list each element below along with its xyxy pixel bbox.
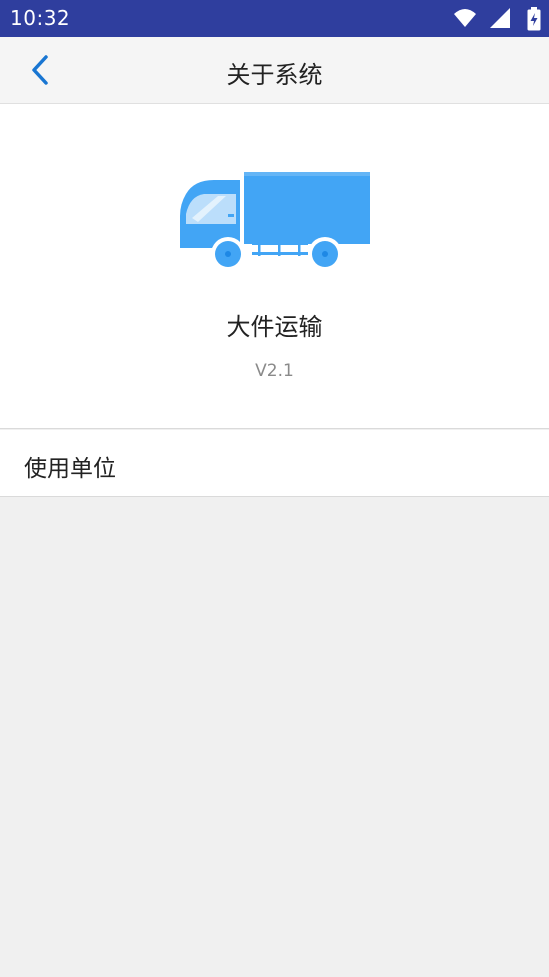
app-version: V2.1: [255, 361, 294, 381]
about-card: 大件运输 V2.1: [0, 104, 549, 429]
org-list-item[interactable]: 使用单位: [0, 430, 549, 497]
page-title: 关于系统: [226, 61, 323, 89]
status-bar: 10:32: [0, 0, 549, 37]
org-label: 使用单位: [24, 456, 116, 482]
signal-icon: [490, 8, 510, 28]
truck-icon: [180, 172, 370, 271]
app-bar: 关于系统: [0, 37, 549, 104]
app-name: 大件运输: [226, 313, 323, 341]
battery-charging-icon: [527, 7, 541, 31]
status-time: 10:32: [10, 6, 71, 30]
wifi-icon: [454, 9, 476, 27]
